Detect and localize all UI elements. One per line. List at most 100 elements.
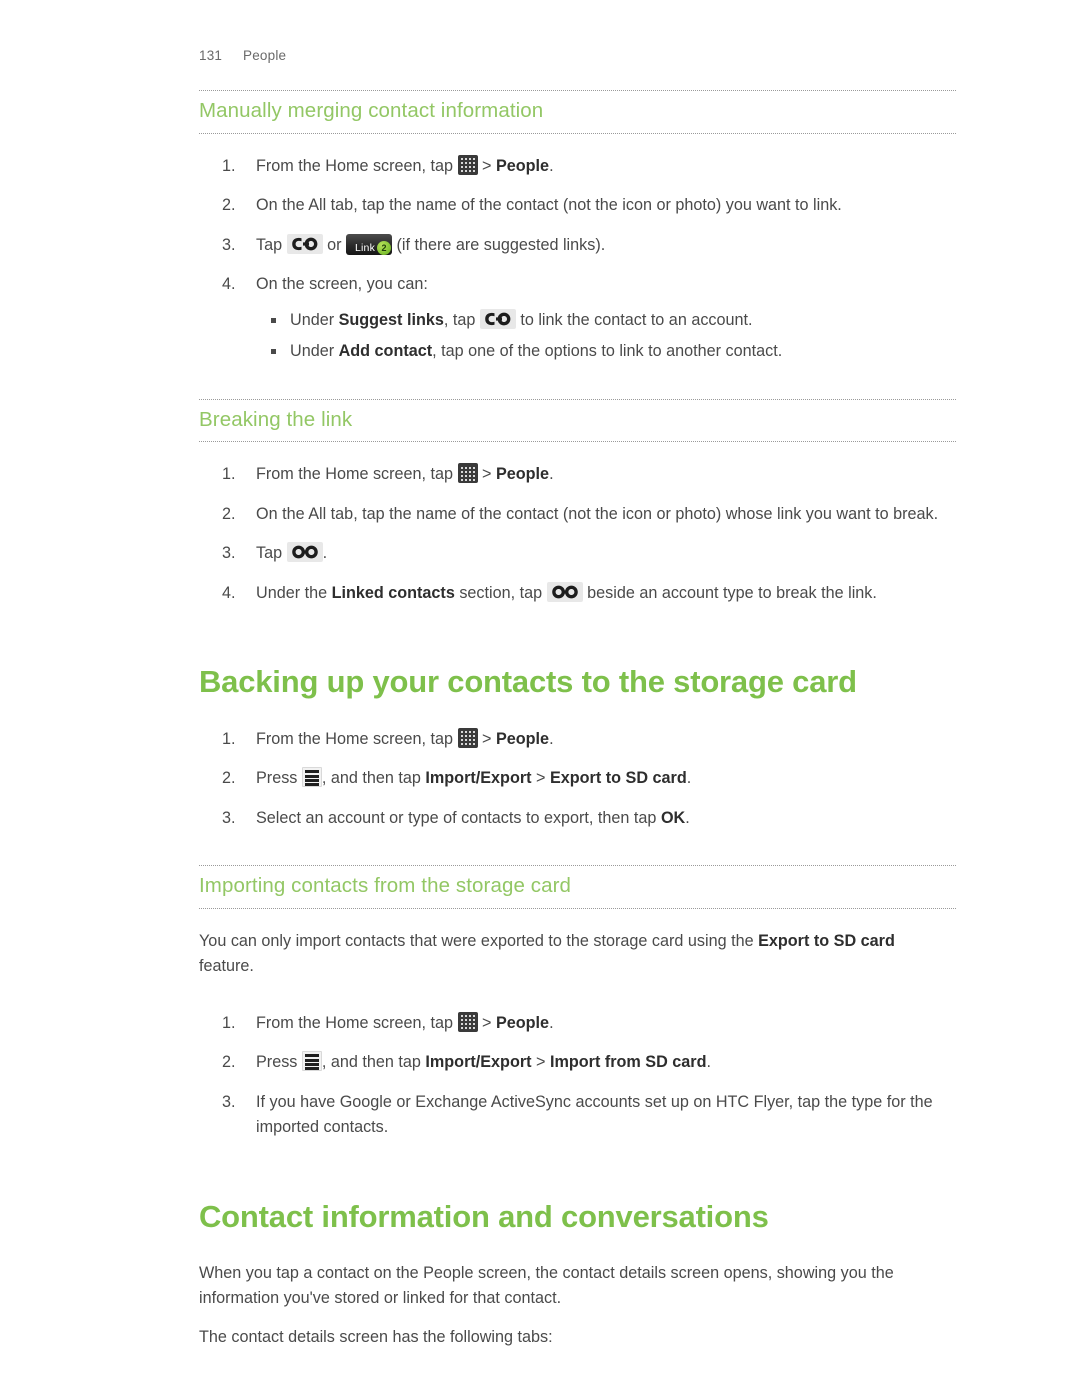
text-run: > xyxy=(477,1013,496,1032)
step-text: On the All tab, tap the name of the cont… xyxy=(256,196,842,214)
step-item: Select an account or type of contacts to… xyxy=(199,806,946,832)
step-item: Tap . xyxy=(199,541,946,567)
step-item: Under the Linked contacts section, tap b… xyxy=(199,581,946,607)
emphasis-text: OK xyxy=(660,808,686,827)
step-item: On the All tab, tap the name of the cont… xyxy=(199,193,946,219)
emphasis-text: Suggest links xyxy=(338,310,444,329)
document-page: 131 People Manually merging contact info… xyxy=(0,0,1080,1397)
apps-grid-icon xyxy=(457,463,478,484)
step-item: From the Home screen, tap > People. xyxy=(199,154,946,180)
body-paragraph: When you tap a contact on the People scr… xyxy=(199,1261,899,1311)
emphasis-text: Import from SD card xyxy=(549,1053,707,1072)
text-run: feature. xyxy=(199,956,254,975)
emphasis-text: People xyxy=(495,1013,550,1032)
section-heading-breaking-the-link: Breaking the link xyxy=(199,398,956,443)
heading-spacer xyxy=(199,909,970,929)
text-run: On the screen, you can: xyxy=(256,275,428,294)
text-run: From the Home screen, tap xyxy=(256,729,458,748)
emphasis-text: Import/Export xyxy=(425,769,532,788)
text-run: Press xyxy=(256,769,302,788)
apps-grid-icon xyxy=(457,1011,478,1032)
header-section-name: People xyxy=(243,48,287,63)
emphasis-text: Import/Export xyxy=(425,1053,532,1072)
step-text: Under the Linked contacts section, tap b… xyxy=(256,581,877,602)
text-run: On the All tab, tap the name of the cont… xyxy=(256,196,842,215)
step-text: Tap . xyxy=(256,542,327,563)
text-run: . xyxy=(706,1053,712,1072)
text-run: . xyxy=(549,465,554,484)
heading-spacer xyxy=(199,134,970,154)
text-run: Under xyxy=(290,342,339,361)
heading-spacer xyxy=(199,1235,970,1261)
step-item: On the All tab, tap the name of the cont… xyxy=(199,502,946,528)
text-run: , tap one of the options to link to anot… xyxy=(432,342,783,361)
menu-icon xyxy=(301,767,322,788)
text-run: > xyxy=(477,465,496,484)
step-list: From the Home screen, tap > People. Press… xyxy=(199,1011,970,1141)
text-run: . xyxy=(549,729,554,748)
text-run: . xyxy=(549,1013,554,1032)
step-text: From the Home screen, tap > People. xyxy=(256,1011,554,1032)
page-content: Manually merging contact information From… xyxy=(199,90,970,1350)
apps-grid-icon xyxy=(457,154,478,175)
link-chain-icon xyxy=(286,233,323,254)
text-run: From the Home screen, tap xyxy=(256,156,458,175)
section-heading-manually-merging: Manually merging contact information xyxy=(199,90,956,134)
section-intro-paragraph: You can only import contacts that were e… xyxy=(199,929,899,979)
step-item: Tap or Link 2 (if there are suggested lin… xyxy=(199,233,946,259)
menu-icon xyxy=(301,1051,322,1072)
step-text: Tap or Link 2 (if there are suggested lin… xyxy=(256,233,605,255)
emphasis-text: Export to SD card xyxy=(549,769,687,788)
text-run: > xyxy=(531,769,550,788)
text-run: When you tap a contact on the People scr… xyxy=(199,1264,894,1308)
emphasis-text: People xyxy=(495,465,550,484)
sub-bullet-list: Under Suggest links, tap to link the con… xyxy=(256,308,946,365)
emphasis-text: People xyxy=(495,156,550,175)
text-run: Under the xyxy=(256,583,332,602)
step-text: Press , and then tap Import/Export > Imp… xyxy=(256,1051,712,1072)
step-text: From the Home screen, tap > People. xyxy=(256,727,554,748)
text-run: Tap xyxy=(256,544,287,563)
text-run: From the Home screen, tap xyxy=(256,1013,458,1032)
step-item: Press , and then tap Import/Export > Exp… xyxy=(199,766,946,792)
text-run: On the All tab, tap the name of the cont… xyxy=(256,504,939,523)
text-run: > xyxy=(477,729,496,748)
step-item: From the Home screen, tap > People. xyxy=(199,1011,946,1037)
text-run: You can only import contacts that were e… xyxy=(199,931,759,950)
step-item: Press , and then tap Import/Export > Imp… xyxy=(199,1050,946,1076)
text-run: The contact details screen has the follo… xyxy=(199,1328,553,1347)
text-run: section, tap xyxy=(454,583,547,602)
broken-link-icon xyxy=(286,542,323,563)
emphasis-text: Linked contacts xyxy=(331,583,455,602)
sub-bullet-item: Under Suggest links, tap to link the con… xyxy=(256,308,946,334)
text-run: Press xyxy=(256,1053,302,1072)
text-run: Tap xyxy=(256,235,287,254)
step-text: On the All tab, tap the name of the cont… xyxy=(256,505,938,523)
text-run: From the Home screen, tap xyxy=(256,465,458,484)
text-run: to link the contact to an account. xyxy=(515,310,753,329)
text-run: > xyxy=(531,1053,550,1072)
text-run: , and then tap xyxy=(321,769,426,788)
step-text: On the screen, you can: xyxy=(256,275,428,293)
text-run: , tap xyxy=(443,310,480,329)
text-run: or xyxy=(322,235,346,254)
link-chain-icon xyxy=(479,308,516,329)
heading-spacer xyxy=(199,442,970,462)
text-run: . xyxy=(685,808,690,827)
step-text: If you have Google or Exchange ActiveSyn… xyxy=(256,1093,933,1137)
step-list: From the Home screen, tap > People. On th… xyxy=(199,154,970,365)
step-item: From the Home screen, tap > People. xyxy=(199,727,946,753)
section-heading-contact-info: Contact information and conversations xyxy=(199,1198,769,1234)
body-paragraph: The contact details screen has the follo… xyxy=(199,1325,899,1350)
step-text: Select an account or type of contacts to… xyxy=(256,809,690,827)
text-run: > xyxy=(477,156,496,175)
broken-link-icon xyxy=(546,581,583,602)
step-text: From the Home screen, tap > People. xyxy=(256,463,554,484)
step-list: From the Home screen, tap > People. On th… xyxy=(199,462,970,606)
emphasis-text: Add contact xyxy=(338,342,433,361)
